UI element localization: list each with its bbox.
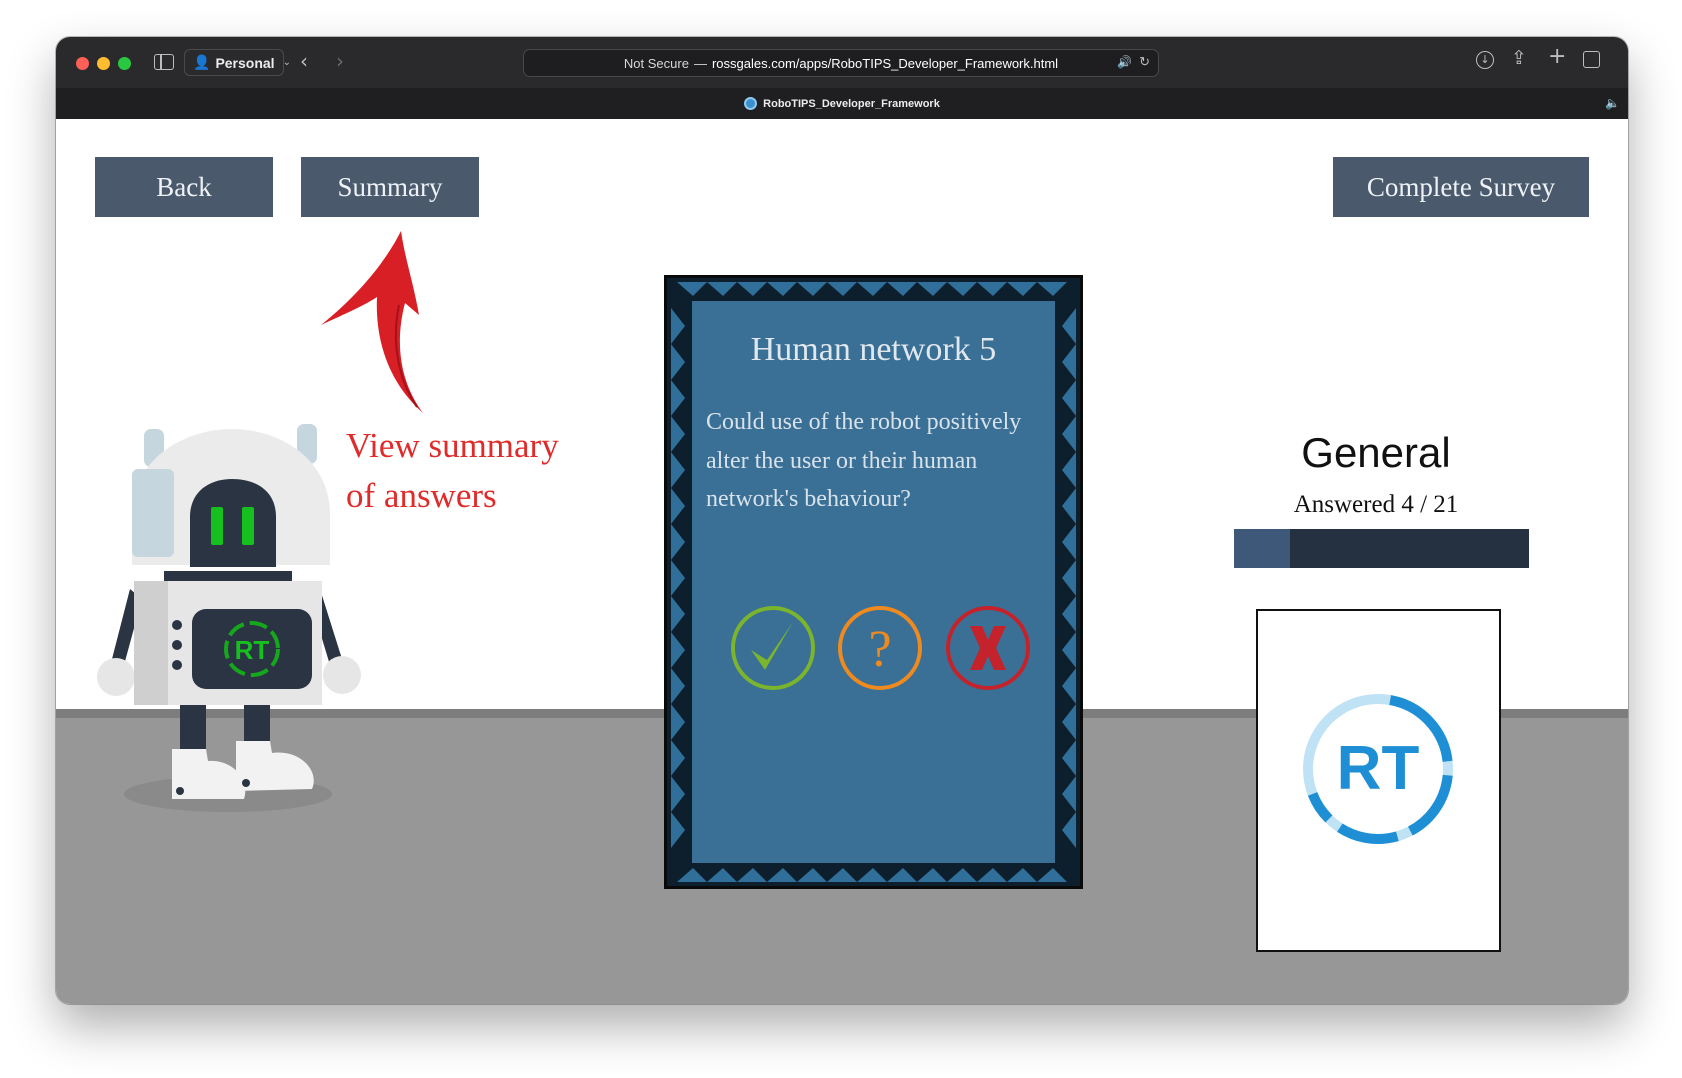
card-question: Could use of the robot positively alter … — [706, 409, 1022, 512]
hint-line-2: of answers — [346, 476, 497, 515]
category-progress-fill — [1234, 529, 1291, 568]
favicon-icon — [744, 97, 758, 110]
answer-no-button[interactable] — [944, 604, 1032, 692]
app-page: Back Summary Complete Survey View summar… — [56, 119, 1628, 1004]
question-card: Human network 5 Could use of the robot p… — [664, 275, 1083, 889]
answered-value: 4 / 21 — [1401, 491, 1459, 518]
red-arrow-icon — [321, 231, 423, 413]
robot-ear-left — [132, 469, 174, 557]
browser-back-icon[interactable]: ‹ — [300, 51, 308, 71]
card-face: Human network 5 Could use of the robot p… — [692, 301, 1055, 863]
security-status: Not Secure — [623, 55, 689, 71]
maximize-window-button[interactable] — [118, 57, 131, 70]
summary-hint: View summary of answers — [346, 421, 559, 521]
category-card[interactable]: RT — [1256, 609, 1501, 952]
complete-survey-button[interactable]: Complete Survey — [1333, 157, 1589, 217]
robot-eye-right — [242, 507, 254, 545]
robot-mascot: RT — [97, 424, 361, 812]
hint-line-1: View summary — [346, 426, 559, 465]
sidebar-icon[interactable] — [154, 54, 174, 70]
question-icon: ? — [868, 621, 891, 678]
chevron-down-icon: ⌄ — [282, 57, 291, 68]
minimize-window-button[interactable] — [97, 57, 110, 70]
browser-forward-icon[interactable]: › — [336, 51, 344, 71]
robot-face — [190, 479, 276, 567]
robot-hand-right — [323, 656, 361, 694]
robot-chest-badge: RT — [235, 635, 270, 665]
reload-icon[interactable]: ↻ — [1139, 54, 1150, 70]
tab-title: RoboTIPS_Developer_Framework — [763, 97, 940, 110]
profile-label: Personal — [215, 54, 275, 71]
robot-leg-left — [180, 705, 206, 755]
roboTIPS-logo-icon: RT — [1303, 694, 1453, 844]
audio-playing-icon[interactable]: 🔊 — [1117, 55, 1132, 69]
answered-count: Answered 4 / 21 — [1240, 491, 1512, 519]
url-separator: — — [693, 55, 707, 71]
answered-label: Answered — [1293, 491, 1396, 518]
url-text: rossgales.com/apps/RoboTIPS_Developer_Fr… — [711, 55, 1059, 71]
robot-neck — [164, 571, 292, 581]
share-icon[interactable]: ⇪ — [1511, 48, 1527, 68]
back-button[interactable]: Back — [95, 157, 273, 217]
downloads-icon[interactable]: ↓ — [1476, 51, 1494, 69]
person-icon: 👤 — [193, 54, 211, 70]
tab-overview-icon[interactable] — [1583, 51, 1600, 68]
answer-unsure-button[interactable]: ? — [836, 604, 924, 692]
tab-audio-icon[interactable]: 🔈 — [1605, 96, 1620, 110]
category-title: General — [1301, 429, 1451, 476]
answer-yes-ring — [731, 606, 815, 690]
tab-active[interactable]: RoboTIPS_Developer_Framework 🔈 — [56, 88, 1628, 119]
browser-window: 👤 Personal ⌄ ‹ › Not Secure — rossgales.… — [56, 37, 1628, 1004]
robot-hand-left — [97, 658, 135, 696]
close-window-button[interactable] — [76, 57, 89, 70]
category-progress-bar — [1234, 529, 1529, 568]
summary-button[interactable]: Summary — [301, 157, 479, 217]
profile-menu[interactable]: 👤 Personal ⌄ — [184, 49, 291, 76]
answer-yes-button[interactable] — [729, 604, 817, 692]
new-tab-icon[interactable]: + — [1548, 46, 1566, 68]
address-bar[interactable]: Not Secure — rossgales.com/apps/RoboTIPS… — [523, 49, 1159, 77]
logo-text: RT — [1337, 734, 1420, 803]
cross-icon — [970, 626, 1006, 670]
check-icon — [751, 622, 793, 670]
browser-titlebar: 👤 Personal ⌄ ‹ › Not Secure — rossgales.… — [56, 37, 1628, 119]
robot-eye-left — [211, 507, 223, 545]
card-title: Human network 5 — [750, 331, 997, 368]
